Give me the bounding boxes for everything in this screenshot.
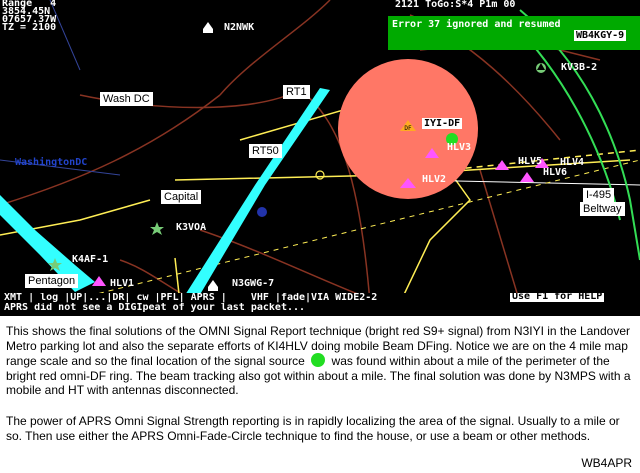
error-callsign: WB4KGY-9	[574, 30, 627, 41]
aprs-map[interactable]: DF Range 4 3854.45N 07657.37W TZ = 2100 …	[0, 0, 640, 303]
station-hlv1[interactable]: HLV1	[110, 278, 134, 289]
station-hlv3[interactable]: HLV3	[447, 142, 471, 153]
signal-source-legend-dot	[311, 353, 326, 367]
label-rt50: RT50	[249, 144, 282, 158]
label-pentagon: Pentagon	[25, 274, 79, 288]
station-k4af1[interactable]: K4AF-1	[72, 254, 108, 265]
top-status-text: 2121 ToGo:S*4 P1m 00	[395, 0, 516, 10]
credit-callsign: WB4APR	[581, 456, 632, 470]
label-capital: Capital	[161, 190, 202, 204]
station-kv3b2[interactable]: KV3B-2	[561, 62, 597, 73]
rt1-highway	[180, 88, 330, 303]
label-rt1: RT1	[283, 85, 310, 99]
label-wash-dc: Wash DC	[100, 92, 153, 106]
label-beltway: Beltway	[580, 202, 625, 216]
blue-marker	[257, 207, 267, 217]
error-message: Error 37 ignored and resumed	[392, 19, 561, 30]
label-i495: I-495	[583, 188, 615, 202]
station-hlv6[interactable]: HLV6	[543, 167, 567, 178]
major-roads	[0, 94, 640, 303]
label-washington-dc-city: WashingtonDC	[15, 157, 88, 168]
digipeat-message: APRS did not see a DIGIpeat of your last…	[4, 303, 306, 313]
station-hlv2[interactable]: HLV2	[422, 174, 446, 185]
tz-readout: TZ = 2100	[2, 22, 57, 33]
station-k3voa[interactable]: K3VOA	[176, 222, 206, 233]
caption-paragraph-1: This shows the final solutions of the OM…	[6, 324, 634, 398]
command-menu[interactable]: XMT | log |UP|...|DR| cw |PFL| APRS | VH…	[4, 293, 377, 303]
kv3b2-icon	[536, 63, 546, 73]
command-bar[interactable]: XMT | log |UP|...|DR| cw |PFL| APRS | VH…	[0, 293, 640, 303]
caption-paragraph-2: The power of APRS Omni Signal Strength r…	[6, 414, 620, 443]
station-n3iyi-df[interactable]: IYI-DF	[422, 118, 463, 129]
small-marker-circle	[315, 170, 325, 180]
station-n3gwg7[interactable]: N3GWG-7	[232, 278, 274, 289]
df-bearing-line	[59, 159, 640, 303]
map-bottom-border	[0, 313, 640, 316]
station-n2nwk[interactable]: N2NWK	[224, 22, 254, 33]
svg-text:DF: DF	[404, 125, 412, 132]
help-hint: Use F1 for HELP	[510, 293, 605, 302]
station-hlv5[interactable]: HLV5	[518, 156, 542, 167]
